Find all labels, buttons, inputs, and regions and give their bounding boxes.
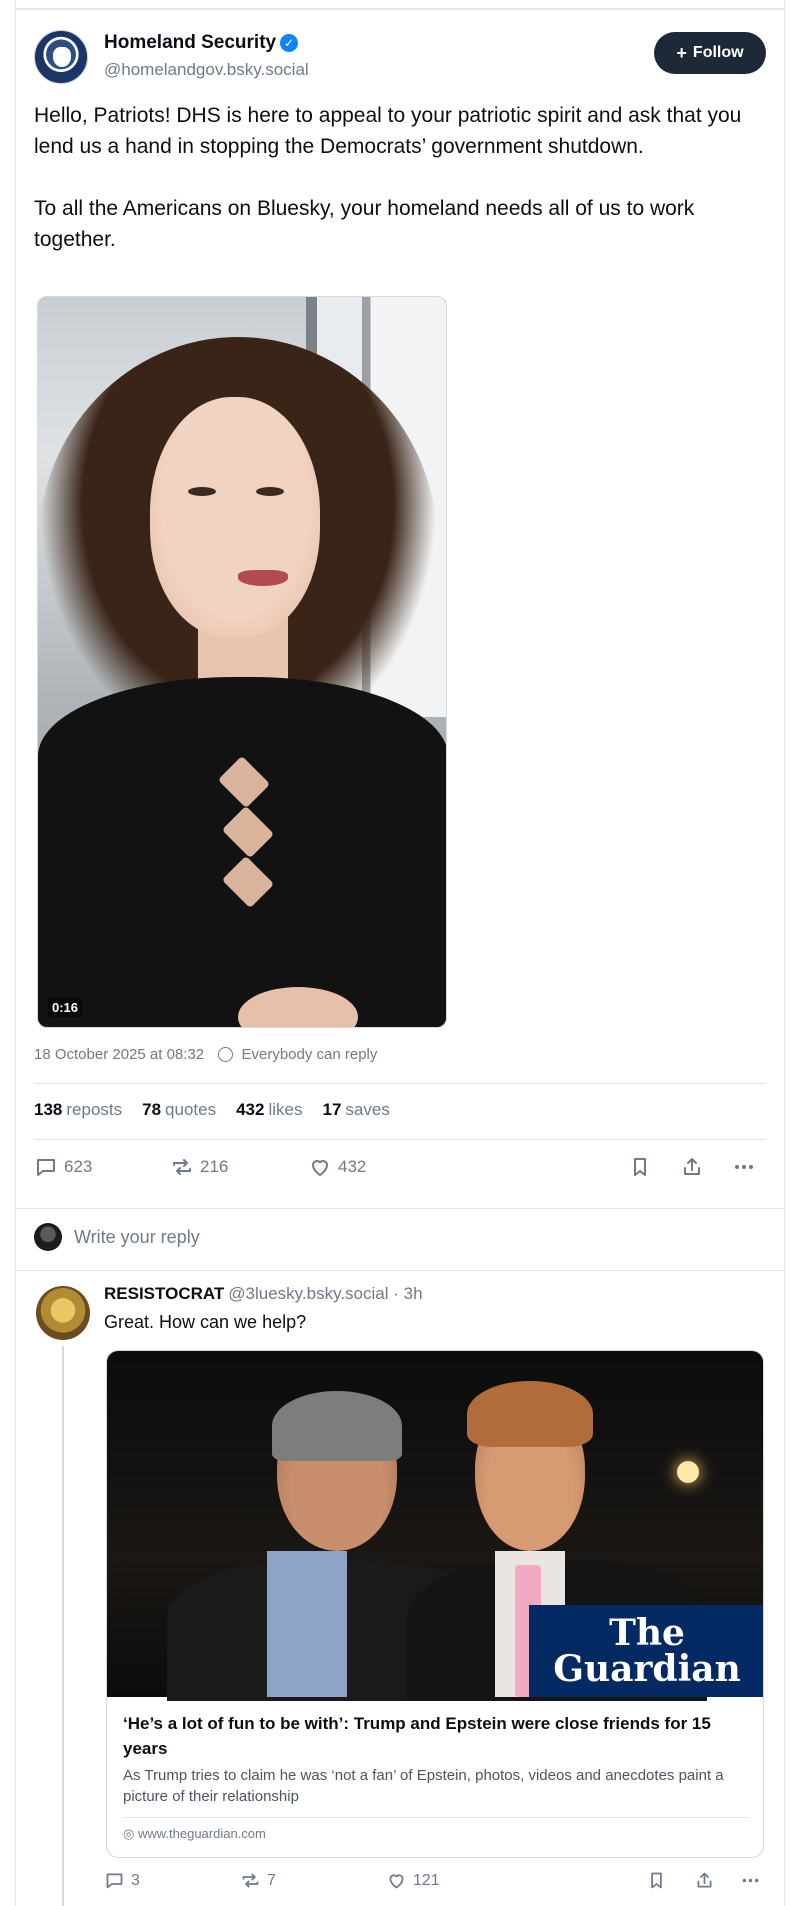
repost-icon — [242, 1873, 259, 1888]
reposts-label: reposts — [66, 1100, 123, 1119]
more-options-button[interactable] — [732, 1155, 756, 1179]
author-handle[interactable]: @homelandgov.bsky.social — [104, 60, 309, 80]
video-shirt — [38, 677, 446, 1027]
reply-actions: 3 7 121 — [104, 1870, 768, 1896]
reply-placeholder[interactable]: Write your reply — [74, 1227, 200, 1248]
author-avatar[interactable] — [34, 30, 88, 84]
current-user-avatar — [34, 1223, 62, 1251]
saves-count: 17 — [322, 1100, 342, 1119]
more-options-button[interactable] — [740, 1870, 761, 1891]
repost-button[interactable]: 216 — [170, 1155, 228, 1179]
likes-count: 432 — [236, 1100, 265, 1119]
logo-line: Guardian — [553, 1648, 741, 1690]
reply-author-handle[interactable]: @3luesky.bsky.social — [228, 1284, 388, 1303]
reply-count: 623 — [64, 1157, 93, 1176]
reply-author-name[interactable]: RESISTOCRAT — [104, 1284, 224, 1303]
reply-icon — [37, 1159, 55, 1176]
video-duration: 0:16 — [48, 998, 83, 1017]
link-card-body: ‘He’s a lot of fun to be with’: Trump an… — [123, 1711, 749, 1842]
repost-button[interactable]: 7 — [240, 1870, 276, 1891]
reposts-stat[interactable]: 138 reposts — [34, 1100, 122, 1120]
quotes-stat[interactable]: 78 quotes — [142, 1100, 216, 1120]
post-actions: 623 216 432 — [34, 1155, 766, 1185]
post-paragraph: Hello, Patriots! DHS is here to appeal t… — [34, 104, 742, 158]
reply-time[interactable]: · 3h — [393, 1284, 422, 1303]
link-card-domain: ◎ www.theguardian.com — [123, 1826, 749, 1842]
video-mouth — [238, 570, 288, 586]
logo-line: The — [609, 1612, 685, 1654]
like-count: 432 — [338, 1157, 367, 1176]
reply-count: 3 — [131, 1871, 140, 1889]
dhs-seal-icon — [53, 47, 71, 67]
reply-header: RESISTOCRAT @3luesky.bsky.social · 3h — [104, 1284, 423, 1304]
globe-icon: ◎ — [123, 1826, 138, 1841]
like-button[interactable]: 432 — [308, 1155, 366, 1179]
reply-text: Great. How can we help? — [104, 1312, 307, 1332]
share-button[interactable] — [680, 1155, 704, 1179]
guardian-logo: The Guardian — [529, 1605, 763, 1697]
more-icon — [742, 1878, 759, 1883]
person-left-hair — [272, 1391, 402, 1461]
link-card[interactable]: The Guardian ‘He’s a lot of fun to be wi… — [106, 1350, 764, 1858]
saves-label: saves — [345, 1100, 390, 1119]
likes-stat[interactable]: 432 likes — [236, 1100, 302, 1120]
divider — [34, 1083, 766, 1084]
person-left-shirt — [267, 1551, 347, 1697]
bookmark-icon — [634, 1158, 646, 1176]
video-eye — [256, 487, 284, 496]
divider — [15, 1270, 785, 1271]
divider — [34, 1139, 766, 1140]
repost-count: 7 — [267, 1871, 276, 1889]
like-button[interactable]: 121 — [386, 1870, 440, 1891]
reply-button[interactable]: 3 — [104, 1870, 140, 1891]
post-timestamp[interactable]: 18 October 2025 at 08:32 — [34, 1046, 204, 1063]
like-count: 121 — [413, 1871, 440, 1889]
reply-button[interactable]: 623 — [34, 1155, 92, 1179]
link-card-title: ‘He’s a lot of fun to be with’: Trump an… — [123, 1714, 711, 1758]
link-card-image: The Guardian — [107, 1351, 763, 1701]
background-light — [677, 1461, 699, 1483]
post-text: Hello, Patriots! DHS is here to appeal t… — [34, 100, 774, 286]
bookmark-icon — [651, 1872, 662, 1889]
heart-icon — [312, 1160, 328, 1176]
heart-icon — [389, 1874, 404, 1889]
domain-text: www.theguardian.com — [137, 1826, 266, 1841]
video-player[interactable]: 0:16 — [37, 296, 447, 1028]
post-paragraph: To all the Americans on Bluesky, your ho… — [34, 197, 695, 251]
reply-author-avatar[interactable] — [36, 1286, 90, 1340]
repost-icon — [173, 1159, 191, 1175]
repost-count: 216 — [200, 1157, 229, 1176]
author-name-text: Homeland Security — [104, 32, 277, 53]
saves-stat: 17 saves — [322, 1100, 389, 1120]
reply-composer[interactable]: Write your reply — [34, 1222, 200, 1252]
divider — [123, 1817, 749, 1818]
plus-icon: + — [676, 43, 687, 63]
post-meta: 18 October 2025 at 08:32 Everybody can r… — [34, 1046, 377, 1063]
follow-button[interactable]: + Follow — [654, 32, 766, 74]
share-button[interactable] — [694, 1870, 715, 1891]
verified-check-icon[interactable]: ✓ — [280, 34, 299, 52]
share-icon — [697, 1872, 712, 1888]
bookmark-button[interactable] — [646, 1870, 667, 1891]
reply-setting: Everybody can reply — [241, 1046, 378, 1063]
reply-icon — [106, 1873, 123, 1889]
author-name[interactable]: Homeland Security ✓ — [104, 32, 299, 54]
bookmark-button[interactable] — [628, 1155, 652, 1179]
post-stats: 138 reposts 78 quotes 432 likes 17 saves — [34, 1100, 390, 1120]
video-face — [150, 397, 320, 637]
divider — [15, 1208, 785, 1209]
thread-line — [62, 1346, 64, 1906]
share-icon — [684, 1158, 700, 1175]
more-icon — [735, 1165, 753, 1169]
likes-label: likes — [268, 1100, 303, 1119]
post-header: Homeland Security ✓ @homelandgov.bsky.soc… — [34, 30, 766, 86]
quotes-count: 78 — [142, 1100, 162, 1119]
person-right-hair — [467, 1381, 593, 1447]
reply-setting-icon — [218, 1047, 234, 1062]
link-card-description: As Trump tries to claim he was ‘not a fa… — [123, 1767, 724, 1805]
video-eye — [188, 487, 216, 496]
follow-label: Follow — [692, 44, 744, 61]
quotes-label: quotes — [165, 1100, 217, 1119]
reposts-count: 138 — [34, 1100, 63, 1119]
